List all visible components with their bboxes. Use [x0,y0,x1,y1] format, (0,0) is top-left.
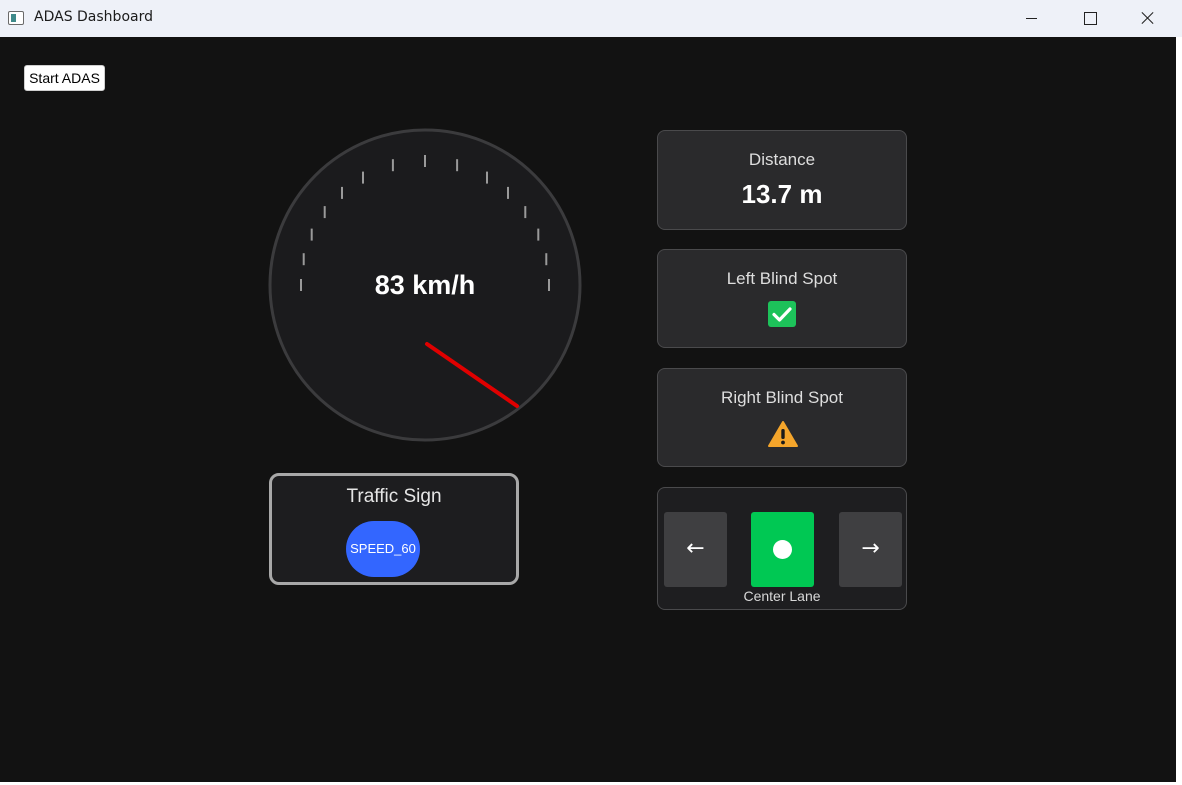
start-adas-button[interactable]: Start ADAS [24,65,105,91]
minimize-button[interactable] [1002,0,1060,37]
arrow-right-icon: → [861,536,880,561]
check-icon [768,301,796,327]
arrow-left-icon: ← [686,536,705,561]
dashboard-area [0,37,1176,782]
traffic-sign-badge: SPEED_60 [346,521,420,577]
app-icon [8,11,24,25]
center-lane-button[interactable] [751,512,814,587]
left-lane-button[interactable]: ← [664,512,727,587]
left-blind-spot-label: Left Blind Spot [726,269,838,288]
distance-card: Distance 13.7 m [657,130,907,230]
lane-indicator-card: ← → Center Lane [657,487,907,610]
speed-readout: 83 km/h [374,270,476,300]
right-blind-spot-card: Right Blind Spot [657,368,907,467]
lane-position-dot-icon [773,540,792,559]
traffic-sign-card: Traffic Sign SPEED_60 [269,473,519,585]
distance-label: Distance [748,150,816,169]
maximize-button[interactable] [1060,0,1118,37]
left-blind-spot-card: Left Blind Spot [657,249,907,348]
title-bar: ADAS Dashboard [0,0,1182,37]
right-blind-spot-label: Right Blind Spot [721,388,843,407]
window-edge [1176,37,1182,785]
close-button[interactable] [1118,0,1176,37]
distance-value: 13.7 m [741,179,823,209]
warning-icon [768,421,798,447]
traffic-sign-title: Traffic Sign [346,486,442,507]
right-lane-button[interactable]: → [839,512,902,587]
lane-label: Center Lane [743,588,821,604]
window-title: ADAS Dashboard [34,9,153,25]
